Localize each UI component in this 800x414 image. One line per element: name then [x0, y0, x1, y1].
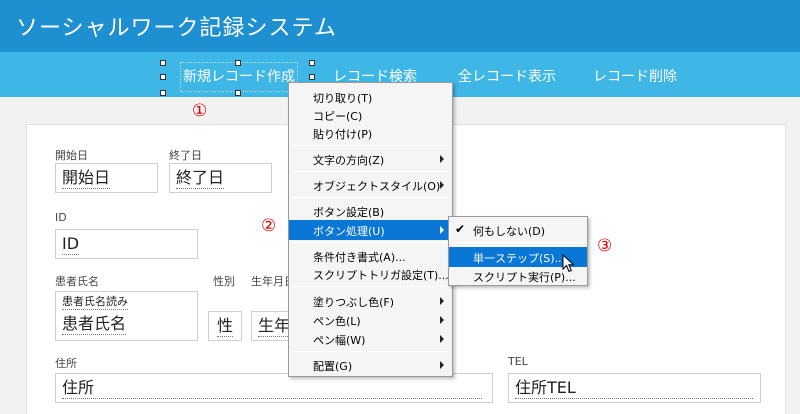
menu-separator: [293, 351, 448, 352]
id-field[interactable]: ID: [55, 229, 198, 259]
menu-item-paste[interactable]: 貼り付け(P): [289, 123, 452, 143]
menu-separator: [293, 242, 448, 243]
birth-date-value: 生年: [258, 316, 291, 337]
submenu-arrow-icon: [440, 335, 444, 343]
annotation-marker-1: ①: [192, 101, 208, 121]
annotation-marker-2: ②: [261, 216, 277, 236]
menu-item-copy[interactable]: コピー(C): [289, 105, 452, 125]
menu-item-object-style[interactable]: オブジェクトスタイル(O): [289, 175, 452, 195]
menu-item-fill-color[interactable]: 塗りつぶし色(F): [289, 291, 452, 311]
annotation-marker-3: ③: [597, 236, 613, 256]
tel-field[interactable]: 住所TEL: [508, 373, 761, 403]
gender-field[interactable]: 性: [208, 311, 242, 341]
submenu-arrow-icon: [440, 361, 444, 369]
button-action-submenu: ✔ 何もしない(D) 単一ステップ(S)... スクリプト実行(P)...: [448, 216, 588, 286]
end-date-label: 終了日: [169, 149, 202, 162]
address-field[interactable]: 住所: [55, 373, 493, 403]
new-record-button[interactable]: 新規レコード作成: [180, 62, 298, 92]
menu-separator: [293, 145, 448, 146]
patient-name-value: 患者氏名: [62, 314, 127, 335]
delete-record-button[interactable]: レコード削除: [593, 66, 677, 86]
submenu-arrow-icon: [440, 155, 444, 163]
gender-value: 性: [217, 316, 234, 337]
menu-item-button-action[interactable]: ボタン処理(U): [289, 220, 452, 240]
start-date-label: 開始日: [55, 149, 88, 162]
submenu-arrow-icon: [440, 316, 444, 324]
check-icon: ✔: [455, 222, 466, 236]
menu-item-arrange[interactable]: 配置(G): [289, 355, 452, 375]
start-date-value: 開始日: [62, 168, 111, 189]
selection-handle[interactable]: [160, 74, 166, 80]
address-value: 住所: [62, 378, 482, 399]
submenu-arrow-icon: [440, 297, 444, 305]
address-label: 住所: [55, 357, 77, 370]
show-all-records-button[interactable]: 全レコード表示: [458, 66, 556, 86]
menu-item-button-settings[interactable]: ボタン設定(B): [289, 201, 452, 221]
menu-item-conditional-format[interactable]: 条件付き書式(A)...: [289, 246, 452, 266]
selection-handle[interactable]: [160, 90, 166, 96]
id-value: ID: [62, 234, 80, 255]
menu-separator: [293, 171, 448, 172]
patient-name-label: 患者氏名: [55, 275, 99, 288]
tel-label: TEL: [508, 355, 528, 368]
end-date-field[interactable]: 終了日: [169, 163, 272, 193]
submenu-arrow-icon: [440, 226, 444, 234]
mouse-cursor-icon: [562, 254, 575, 273]
submenu-arrow-icon: [440, 181, 444, 189]
app-title: ソーシャルワーク記録システム: [16, 16, 337, 41]
context-menu: 切り取り(T) コピー(C) 貼り付け(P) 文字の方向(Z) オブジェクトスタ…: [288, 82, 453, 377]
selection-handle[interactable]: [235, 90, 241, 96]
selection-handle[interactable]: [235, 60, 241, 66]
menu-separator: [453, 242, 583, 243]
menu-separator: [293, 197, 448, 198]
menu-item-cut[interactable]: 切り取り(T): [289, 87, 452, 107]
patient-name-kana: 患者氏名読み: [62, 295, 128, 310]
title-bar: ソーシャルワーク記録システム: [0, 0, 800, 52]
patient-name-field[interactable]: 患者氏名読み 患者氏名: [55, 291, 198, 341]
start-date-field[interactable]: 開始日: [55, 163, 158, 193]
id-label: ID: [55, 211, 67, 224]
menu-item-pen-color[interactable]: ペン色(L): [289, 310, 452, 330]
menu-item-pen-width[interactable]: ペン幅(W): [289, 329, 452, 349]
gender-label: 性別: [213, 275, 235, 288]
selection-handle[interactable]: [309, 74, 315, 80]
birth-date-field[interactable]: 生年: [251, 311, 291, 341]
selection-handle[interactable]: [160, 60, 166, 66]
tel-value: 住所TEL: [515, 378, 753, 399]
menu-item-script-triggers[interactable]: スクリプトトリガ設定(T)...: [289, 264, 452, 284]
menu-item-text-direction[interactable]: 文字の方向(Z): [289, 149, 452, 169]
selection-handle[interactable]: [309, 60, 315, 66]
menu-separator: [293, 286, 448, 287]
end-date-value: 終了日: [176, 168, 225, 189]
submenu-item-do-nothing[interactable]: ✔ 何もしない(D): [449, 220, 587, 240]
